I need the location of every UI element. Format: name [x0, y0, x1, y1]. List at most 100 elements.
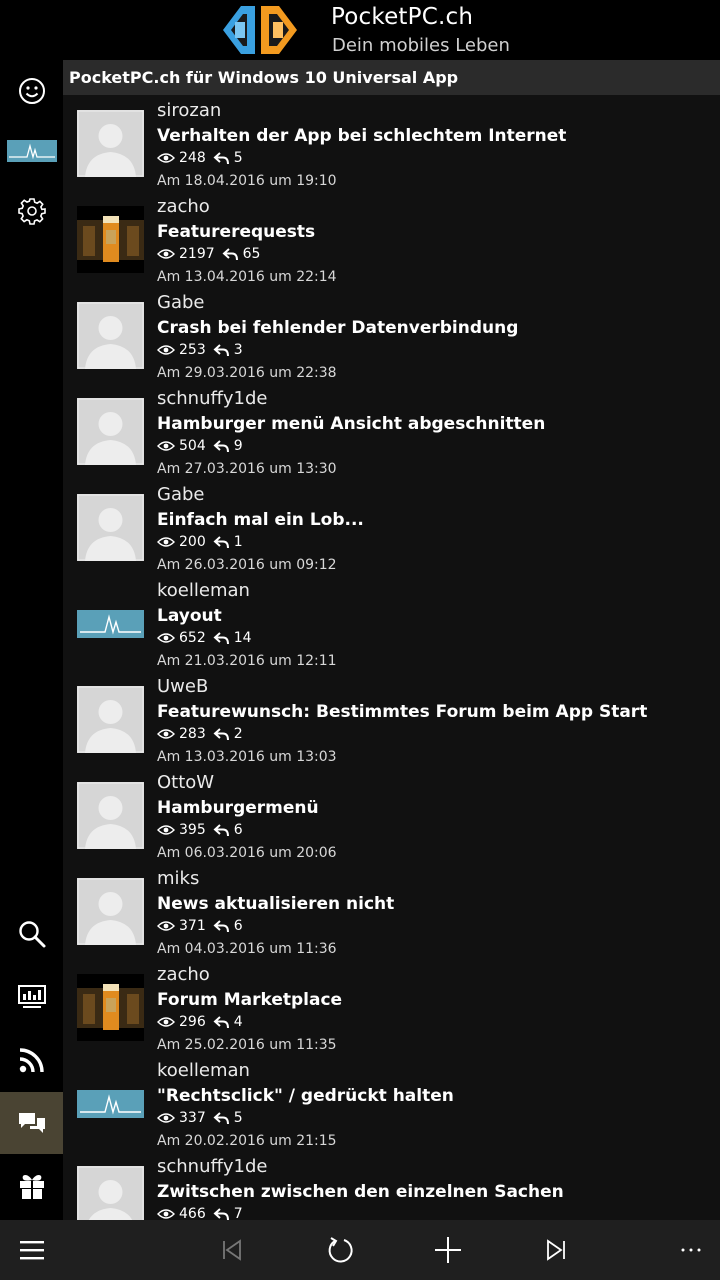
thread-author: UweB: [157, 676, 209, 697]
thread-item[interactable]: koelleman "Rechtsclick" / gedrückt halten…: [63, 1055, 720, 1151]
thread-list: sirozan Verhalten der App bei schlechtem …: [63, 95, 720, 1220]
avatar: [77, 782, 144, 849]
view-count: 395: [179, 822, 206, 838]
gift-icon: [19, 1175, 44, 1199]
avatar: [77, 1070, 144, 1137]
thread-title: Forum Marketplace: [157, 990, 343, 1010]
sidebar: [0, 60, 63, 1220]
sidebar-item-settings[interactable]: [0, 180, 63, 242]
thread-item[interactable]: sirozan Verhalten der App bei schlechtem …: [63, 95, 720, 191]
avatar: [77, 878, 144, 945]
avatar: [77, 302, 144, 369]
thread-item[interactable]: zacho Featurerequests 2197 65 Am 13.04.2016 …: [63, 191, 720, 287]
smiley-icon: [18, 78, 45, 104]
view-count: 371: [179, 918, 206, 934]
sidebar-item-news[interactable]: [0, 966, 63, 1028]
thread-title: Layout: [157, 606, 222, 626]
sidebar-item-account[interactable]: [0, 120, 63, 182]
view-count: 248: [179, 150, 206, 166]
thread-item[interactable]: schnuffy1de Hamburger menü Ansicht abgesc…: [63, 383, 720, 479]
thread-author: Gabe: [157, 484, 205, 505]
thread-stats: 248 5: [157, 150, 250, 166]
reply-arrow-icon: [222, 248, 238, 261]
forum-panel: PocketPC.ch für Windows 10 Universal App…: [63, 60, 720, 1220]
thread-item[interactable]: zacho Forum Marketplace 296 4 Am 25.02.2016 …: [63, 959, 720, 1055]
bottom-app-bar: [0, 1220, 720, 1280]
view-count: 296: [179, 1014, 206, 1030]
menu-button[interactable]: [6, 1220, 58, 1280]
sidebar-item-feed[interactable]: [0, 1029, 63, 1091]
thread-date: Am 18.04.2016 um 19:10: [157, 173, 337, 189]
refresh-icon: [328, 1237, 353, 1263]
thread-title: Crash bei fehlender Datenverbindung: [157, 318, 519, 338]
views-eye-icon: [157, 441, 175, 451]
thread-item[interactable]: OttoW Hamburgermenü 395 6 Am 06.03.2016 um 2…: [63, 767, 720, 863]
avatar: [77, 974, 144, 1041]
views-eye-icon: [157, 825, 175, 835]
thread-author: OttoW: [157, 772, 215, 793]
view-count: 283: [179, 726, 206, 742]
presentation-icon: [17, 985, 46, 1008]
avatar: [77, 398, 144, 465]
thread-title: Verhalten der App bei schlechtem Interne…: [157, 126, 567, 146]
thread-item[interactable]: Gabe Einfach mal ein Lob... 200 1 Am 26.03.2…: [63, 479, 720, 575]
thread-date: Am 13.04.2016 um 22:14: [157, 269, 337, 285]
brand-tagline: Dein mobiles Leben: [332, 35, 510, 56]
first-page-icon: [223, 1239, 241, 1261]
views-eye-icon: [157, 153, 175, 163]
thread-author: schnuffy1de: [157, 388, 268, 409]
reply-count: 2: [233, 726, 243, 742]
view-count: 337: [179, 1110, 206, 1126]
reply-arrow-icon: [213, 344, 229, 357]
thread-author: schnuffy1de: [157, 1156, 268, 1177]
sidebar-item-forum[interactable]: [0, 1092, 63, 1154]
refresh-button[interactable]: [314, 1220, 366, 1280]
reply-arrow-icon: [213, 152, 229, 165]
reply-count: 1: [233, 534, 243, 550]
first-page-button[interactable]: [206, 1220, 258, 1280]
sidebar-item-search[interactable]: [0, 903, 63, 965]
signal-thumbnail-icon: [6, 140, 57, 162]
thread-date: Am 13.03.2016 um 13:03: [157, 749, 337, 765]
thread-item[interactable]: miks News aktualisieren nicht 371 6 Am 04.03…: [63, 863, 720, 959]
reply-count: 7: [233, 1206, 243, 1220]
thread-stats: 504 9: [157, 438, 250, 454]
last-page-button[interactable]: [530, 1220, 582, 1280]
chat-bubbles-icon: [18, 1113, 45, 1133]
thread-stats: 395 6: [157, 822, 250, 838]
reply-count: 6: [233, 822, 243, 838]
avatar: [77, 206, 144, 273]
add-thread-button[interactable]: [422, 1220, 474, 1280]
thread-item[interactable]: UweB Featurewunsch: Bestimmtes Forum beim…: [63, 671, 720, 767]
sidebar-item-gifts[interactable]: [0, 1155, 63, 1217]
thread-stats: 337 5: [157, 1110, 250, 1126]
view-count: 652: [179, 630, 206, 646]
more-icon: [681, 1248, 701, 1252]
thread-date: Am 26.03.2016 um 09:12: [157, 557, 337, 573]
last-page-icon: [547, 1239, 565, 1261]
thread-stats: 466 7: [157, 1206, 250, 1220]
sidebar-item-profile[interactable]: [0, 60, 63, 122]
thread-item[interactable]: schnuffy1de Zwitschen zwischen den einzel…: [63, 1151, 720, 1220]
views-eye-icon: [157, 1113, 175, 1123]
reply-arrow-icon: [213, 632, 229, 645]
thread-stats: 200 1: [157, 534, 250, 550]
view-count: 253: [179, 342, 206, 358]
hamburger-menu-icon: [20, 1241, 44, 1260]
thread-title: Featurewunsch: Bestimmtes Forum beim App…: [157, 702, 648, 722]
views-eye-icon: [157, 921, 175, 931]
thread-item[interactable]: Gabe Crash bei fehlender Datenverbindung 2…: [63, 287, 720, 383]
thread-stats: 652 14: [157, 630, 259, 646]
more-button[interactable]: [666, 1220, 716, 1280]
thread-date: Am 20.02.2016 um 21:15: [157, 1133, 337, 1149]
thread-title: "Rechtsclick" / gedrückt halten: [157, 1086, 454, 1106]
thread-item[interactable]: koelleman Layout 652 14 Am 21.03.2016 um 12:…: [63, 575, 720, 671]
thread-author: zacho: [157, 964, 210, 985]
reply-arrow-icon: [213, 440, 229, 453]
avatar: [77, 590, 144, 657]
reply-arrow-icon: [213, 536, 229, 549]
forum-title-bar: PocketPC.ch für Windows 10 Universal App: [63, 60, 720, 95]
thread-stats: 253 3: [157, 342, 250, 358]
views-eye-icon: [157, 729, 175, 739]
reply-arrow-icon: [213, 1016, 229, 1029]
